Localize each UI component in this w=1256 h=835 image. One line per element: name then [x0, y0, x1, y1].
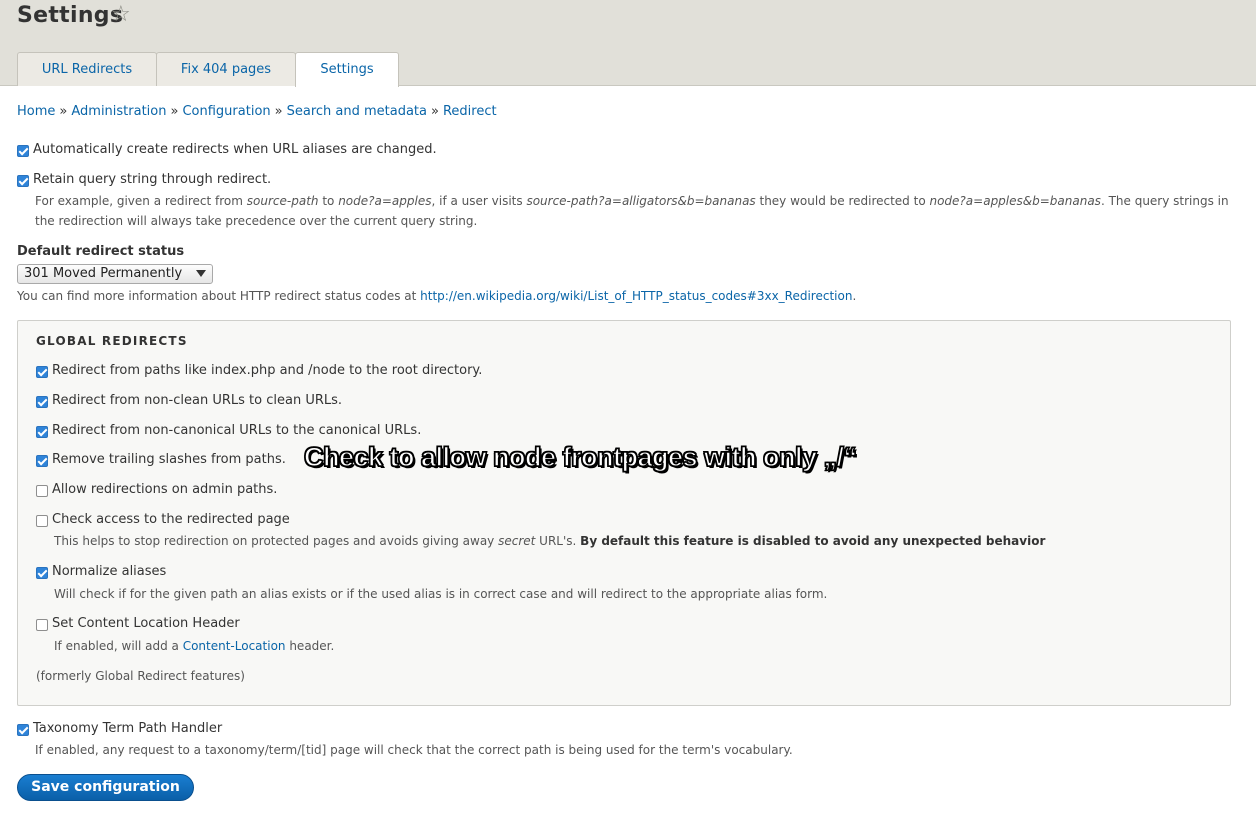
- breadcrumb-search-and-metadata[interactable]: Search and metadata: [287, 104, 427, 119]
- global-redirects-footnote: (formerly Global Redirect features): [36, 669, 245, 683]
- retain-query-description: For example, given a redirect from sourc…: [35, 194, 1229, 228]
- page-title: Settings: [17, 3, 124, 28]
- breadcrumb-separator: »: [274, 104, 283, 119]
- global-content-location-description: If enabled, will add a Content-Location …: [54, 639, 335, 653]
- tab-url-redirects[interactable]: URL Redirects: [17, 52, 157, 86]
- global-canonical-checkbox[interactable]: [36, 426, 48, 438]
- global-admin-paths-checkbox[interactable]: [36, 485, 48, 497]
- auto-redirect-checkbox[interactable]: [17, 145, 29, 157]
- taxonomy-handler-description: If enabled, any request to a taxonomy/te…: [35, 743, 793, 757]
- retain-query-label[interactable]: Retain query string through redirect.: [33, 172, 271, 187]
- breadcrumb-redirect[interactable]: Redirect: [443, 104, 497, 119]
- global-trailing-slash-label[interactable]: Remove trailing slashes from paths.: [52, 452, 286, 467]
- breadcrumb-separator: »: [170, 104, 179, 119]
- global-root-redirect-checkbox[interactable]: [36, 366, 48, 378]
- breadcrumb-configuration[interactable]: Configuration: [182, 104, 270, 119]
- redirect-status-value: 301 Moved Permanently: [24, 266, 183, 281]
- auto-redirect-label[interactable]: Automatically create redirects when URL …: [33, 142, 437, 157]
- star-icon[interactable]: ☆: [111, 4, 131, 26]
- tab-settings[interactable]: Settings: [295, 52, 399, 87]
- redirect-status-help: You can find more information about HTTP…: [17, 289, 857, 303]
- global-access-check-label[interactable]: Check access to the redirected page: [52, 512, 290, 527]
- global-canonical-label[interactable]: Redirect from non-canonical URLs to the …: [52, 423, 421, 438]
- page-header: Settings ☆ URL Redirects Fix 404 pages S…: [0, 0, 1256, 87]
- global-access-check-checkbox[interactable]: [36, 515, 48, 527]
- global-root-redirect-label[interactable]: Redirect from paths like index.php and /…: [52, 363, 482, 378]
- breadcrumb-home[interactable]: Home: [17, 104, 55, 119]
- global-normalize-description: Will check if for the given path an alia…: [54, 587, 828, 601]
- dropdown-arrow-icon: [196, 270, 206, 277]
- redirect-status-label: Default redirect status: [17, 244, 185, 259]
- breadcrumb-administration[interactable]: Administration: [71, 104, 166, 119]
- global-clean-urls-label[interactable]: Redirect from non-clean URLs to clean UR…: [52, 393, 342, 408]
- global-normalize-checkbox[interactable]: [36, 567, 48, 579]
- global-normalize-label[interactable]: Normalize aliases: [52, 564, 166, 579]
- save-configuration-button[interactable]: Save configuration: [17, 774, 194, 801]
- global-content-location-checkbox[interactable]: [36, 619, 48, 631]
- global-redirects-legend: GLOBAL REDIRECTS: [36, 334, 188, 348]
- global-trailing-slash-checkbox[interactable]: [36, 455, 48, 467]
- taxonomy-handler-checkbox[interactable]: [17, 724, 29, 736]
- taxonomy-handler-label[interactable]: Taxonomy Term Path Handler: [33, 721, 222, 736]
- breadcrumb-separator: »: [431, 104, 439, 119]
- breadcrumb-separator: »: [59, 104, 68, 119]
- annotation-callout: Check to allow node frontpages with only…: [303, 441, 857, 472]
- breadcrumb: Home» Administration» Configuration» Search…: [17, 104, 497, 119]
- global-access-check-description: This helps to stop redirection on protec…: [54, 534, 1046, 548]
- global-admin-paths-label[interactable]: Allow redirections on admin paths.: [52, 482, 277, 497]
- wikipedia-status-codes-link[interactable]: http://en.wikipedia.org/wiki/List_of_HTT…: [420, 289, 852, 303]
- tab-fix-404-pages[interactable]: Fix 404 pages: [156, 52, 296, 86]
- global-clean-urls-checkbox[interactable]: [36, 396, 48, 408]
- redirect-status-select[interactable]: 301 Moved Permanently: [17, 264, 213, 284]
- content-location-link[interactable]: Content-Location: [183, 639, 286, 653]
- retain-query-checkbox[interactable]: [17, 175, 29, 187]
- global-content-location-label[interactable]: Set Content Location Header: [52, 616, 240, 631]
